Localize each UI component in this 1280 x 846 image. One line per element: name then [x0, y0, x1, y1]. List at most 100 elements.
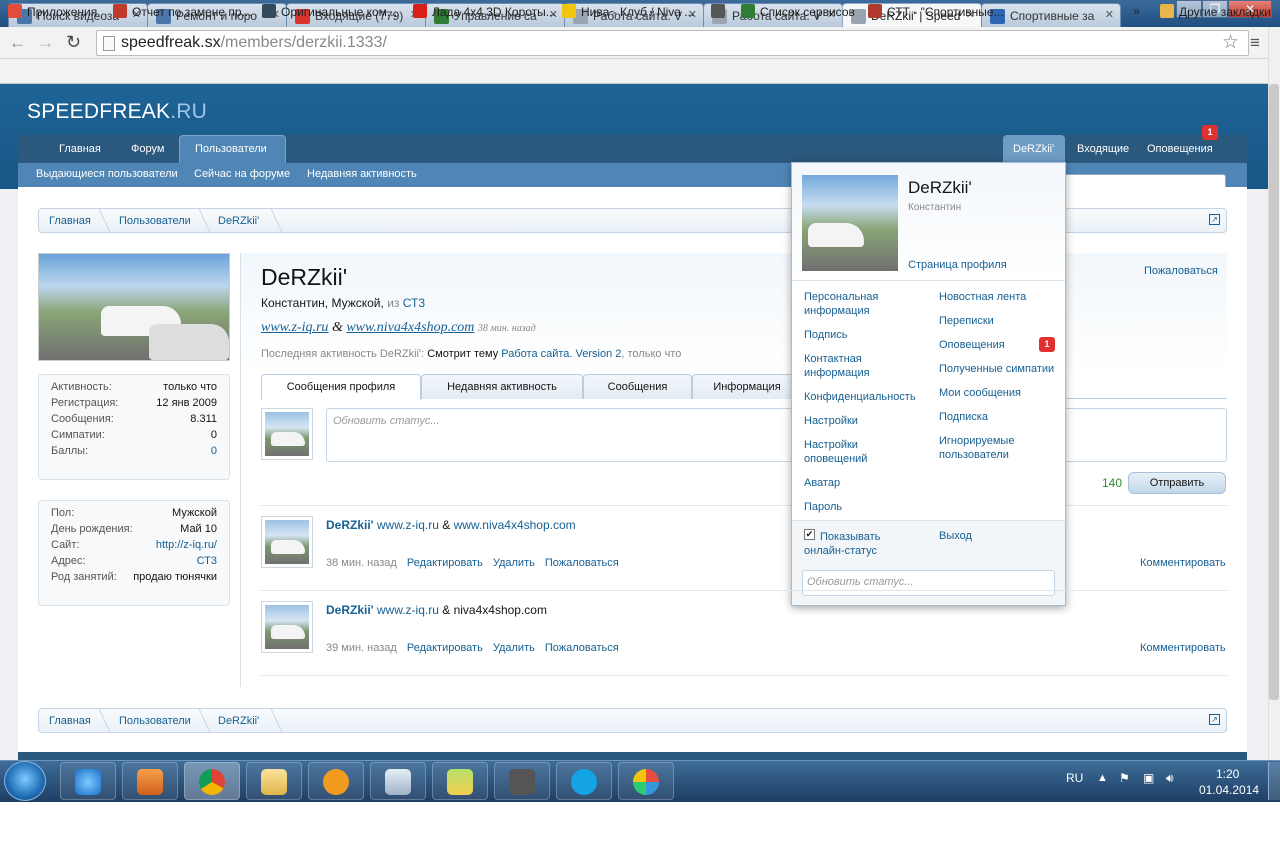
popup-right-item[interactable]: Переписки — [939, 314, 1059, 328]
taskbar-chrome[interactable] — [184, 762, 240, 800]
popup-right-item[interactable]: Мои сообщения — [939, 386, 1059, 400]
network-icon[interactable]: ▣ — [1143, 771, 1154, 785]
bookmark-item[interactable]: Оригинальные ком... — [262, 4, 397, 19]
bookmarks-more[interactable]: » — [1133, 4, 1140, 18]
tray-expand-icon[interactable]: ▲ — [1097, 772, 1108, 784]
post-link-2[interactable]: www.niva4x4shop.com — [454, 518, 576, 532]
post-comment-link[interactable]: Комментировать — [1140, 642, 1226, 654]
nav-alerts[interactable]: Оповещения — [1147, 143, 1213, 155]
post-author[interactable]: DeRZkii' — [326, 603, 374, 617]
subnav-recent[interactable]: Недавняя активность — [307, 168, 417, 180]
post-edit-link[interactable]: Редактировать — [407, 642, 483, 654]
crumb-user[interactable]: DeRZkii' — [218, 215, 259, 227]
stat-value[interactable]: http://z-iq.ru/ — [156, 539, 217, 551]
popup-profile-page[interactable]: Страница профиля — [908, 258, 1007, 272]
stat-value[interactable]: 0 — [211, 445, 217, 457]
subnav-online[interactable]: Сейчас на форуме — [194, 168, 290, 180]
post-report-link[interactable]: Пожаловаться — [545, 557, 619, 569]
bookmark-item[interactable]: СТТ - "Спортивные... — [868, 4, 1004, 19]
show-desktop-button[interactable] — [1268, 762, 1280, 800]
popup-username[interactable]: DeRZkii' — [908, 178, 972, 198]
clock-date[interactable]: 01.04.2014 — [1199, 783, 1259, 797]
close-tab-icon[interactable]: ✕ — [1105, 8, 1114, 21]
taskbar-skype[interactable] — [556, 762, 612, 800]
post-edit-link[interactable]: Редактировать — [407, 557, 483, 569]
language-indicator[interactable]: RU — [1066, 771, 1083, 785]
subtitle-city[interactable]: СТ3 — [403, 296, 425, 310]
popup-left-item[interactable]: Аватар — [804, 476, 922, 490]
post-link-1[interactable]: www.z-iq.ru — [377, 518, 439, 532]
crumb-members[interactable]: Пользователи — [119, 215, 191, 227]
nav-inbox[interactable]: Входящие — [1077, 143, 1129, 155]
volume-icon[interactable]: 🔊︎ — [1166, 771, 1174, 786]
site-logo[interactable]: SPEEDFREAK.RU — [27, 100, 207, 124]
profile-avatar[interactable] — [38, 253, 230, 361]
popup-avatar[interactable] — [802, 175, 898, 271]
crumb-home[interactable]: Главная — [49, 715, 91, 727]
taskbar-mail[interactable] — [308, 762, 364, 800]
post-delete-link[interactable]: Удалить — [493, 642, 535, 654]
other-bookmarks[interactable]: Другие закладки — [1160, 4, 1271, 19]
popup-right-item[interactable]: Полученные симпатии — [939, 362, 1059, 376]
tab-recent-activity[interactable]: Недавняя активность — [421, 374, 583, 399]
post-link-1[interactable]: www.z-iq.ru — [377, 603, 439, 617]
report-link[interactable]: Пожаловаться — [1144, 265, 1218, 277]
crumb-members[interactable]: Пользователи — [119, 715, 191, 727]
status-link-1[interactable]: www.z-iq.ru — [261, 320, 328, 335]
taskbar-explorer[interactable] — [246, 762, 302, 800]
taskbar-ie[interactable] — [60, 762, 116, 800]
scrollbar-thumb[interactable] — [1269, 84, 1279, 700]
tab-posts[interactable]: Сообщения — [583, 374, 692, 399]
popup-left-item[interactable]: Контактная информация — [804, 352, 922, 380]
popup-right-item[interactable]: Игнорируемые пользователи — [939, 434, 1059, 462]
crumb-user[interactable]: DeRZkii' — [218, 715, 259, 727]
taskbar-app[interactable] — [494, 762, 550, 800]
clock-time[interactable]: 1:20 — [1216, 767, 1239, 781]
popup-left-item[interactable]: Конфиденциальность — [804, 390, 922, 404]
popup-left-item[interactable]: Подпись — [804, 328, 922, 342]
address-bar[interactable]: speedfreak.sx/members/derzkii.1333/ — [96, 30, 1249, 56]
taskbar-media[interactable] — [122, 762, 178, 800]
bookmark-star-icon[interactable]: ☆ — [1222, 31, 1239, 54]
jump-icon[interactable]: ↗ — [1209, 214, 1220, 225]
popup-left-item[interactable]: Настройки оповещений — [804, 438, 922, 466]
popup-right-item[interactable]: Подписка — [939, 410, 1059, 424]
post-comment-link[interactable]: Комментировать — [1140, 557, 1226, 569]
bookmark-item[interactable]: Приложения — [8, 4, 97, 19]
bookmark-item[interactable] — [711, 4, 730, 19]
bookmark-item[interactable]: Лада 4x4 3D Короты... — [413, 4, 556, 19]
subnav-notable[interactable]: Выдающиеся пользователи — [36, 168, 178, 180]
bookmark-item[interactable]: Список сервисов — [741, 4, 855, 19]
composer-avatar[interactable] — [261, 408, 313, 460]
post-author[interactable]: DeRZkii' — [326, 518, 374, 532]
reload-icon[interactable]: ↻ — [66, 32, 81, 53]
stat-value[interactable]: СТ3 — [197, 555, 217, 567]
taskbar-paint[interactable] — [618, 762, 674, 800]
tab-information[interactable]: Информация — [692, 374, 802, 399]
popup-right-item[interactable]: Новостная лента — [939, 290, 1059, 304]
last-activity-link[interactable]: Работа сайта. Version 2 — [501, 348, 621, 360]
popup-left-item[interactable]: Пароль — [804, 500, 922, 514]
popup-left-item[interactable]: Настройки — [804, 414, 922, 428]
send-button[interactable]: Отправить — [1128, 472, 1226, 494]
tab-profile-posts[interactable]: Сообщения профиля — [261, 374, 421, 400]
popup-logout[interactable]: Выход — [939, 529, 972, 543]
taskbar-calculator[interactable] — [370, 762, 426, 800]
taskbar-windows[interactable] — [432, 762, 488, 800]
visitor-name[interactable]: DeRZkii' — [1013, 143, 1054, 155]
jump-icon[interactable]: ↗ — [1209, 714, 1220, 725]
popup-left-item[interactable]: Персональная информация — [804, 290, 922, 318]
back-icon[interactable]: ← — [9, 33, 26, 53]
menu-icon[interactable]: ≡ — [1250, 33, 1260, 53]
post-delete-link[interactable]: Удалить — [493, 557, 535, 569]
post-avatar[interactable] — [261, 516, 313, 568]
popup-status-input[interactable]: Обновить статус... — [802, 570, 1055, 596]
nav-members[interactable]: Пользователи — [195, 143, 267, 155]
status-link-2[interactable]: www.niva4x4shop.com — [346, 320, 474, 335]
status-update-input[interactable]: Обновить статус... — [326, 408, 1227, 462]
bookmark-item[interactable]: Нива - Клуб / Niva ... — [562, 4, 694, 19]
popup-right-item[interactable]: Оповещения — [939, 338, 1059, 352]
post-avatar[interactable] — [261, 601, 313, 653]
nav-home[interactable]: Главная — [59, 143, 101, 155]
crumb-home[interactable]: Главная — [49, 215, 91, 227]
